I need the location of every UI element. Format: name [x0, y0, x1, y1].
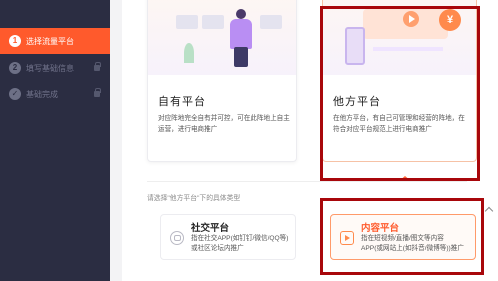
section-divider [147, 181, 467, 182]
card-title: 自有平台 [158, 96, 206, 108]
step-label: 选择流量平台 [26, 36, 74, 46]
check-icon: ✓ [9, 88, 21, 100]
person-illustration [228, 9, 254, 69]
image-icon [202, 15, 224, 29]
sidebar: 1 选择流量平台 2 填写基础信息 ✓ 基础完成 [0, 0, 110, 281]
step-label: 填写基础信息 [26, 63, 74, 73]
step-number: 1 [9, 35, 21, 47]
platform-card-own[interactable]: 自有平台 对应阵地完全自有并可控，可在此阵地上自主运营，进行电商推广 [147, 0, 297, 162]
image-icon [260, 15, 282, 29]
type-prompt: 请选择"他方平台"下的具体类型 [147, 195, 241, 202]
lock-icon [94, 62, 101, 71]
card-description: 对应阵地完全自有并可控，可在此阵地上自主运营，进行电商推广 [158, 115, 290, 133]
sidebar-divider [110, 0, 122, 281]
highlight-box-other-platform [320, 6, 480, 181]
chat-icon [170, 231, 184, 245]
step-number: 2 [9, 62, 21, 74]
step-select-platform[interactable]: 1 选择流量平台 [0, 28, 110, 54]
scroll-up-icon[interactable] [484, 206, 494, 216]
step-basic-info: 2 填写基础信息 [0, 55, 110, 81]
step-label: 基础完成 [26, 89, 58, 99]
plant-icon [184, 43, 194, 63]
type-description: 指在社交APP(如钉钉/微信/QQ等)或社区论坛内推广 [191, 235, 289, 252]
highlight-box-content-platform [320, 198, 484, 275]
image-icon [176, 15, 198, 29]
own-platform-illustration [148, 0, 296, 75]
step-complete: ✓ 基础完成 [0, 81, 110, 107]
lock-icon [94, 88, 101, 97]
type-title: 社交平台 [191, 223, 230, 234]
type-card-social[interactable]: 社交平台 指在社交APP(如钉钉/微信/QQ等)或社区论坛内推广 [160, 214, 296, 260]
